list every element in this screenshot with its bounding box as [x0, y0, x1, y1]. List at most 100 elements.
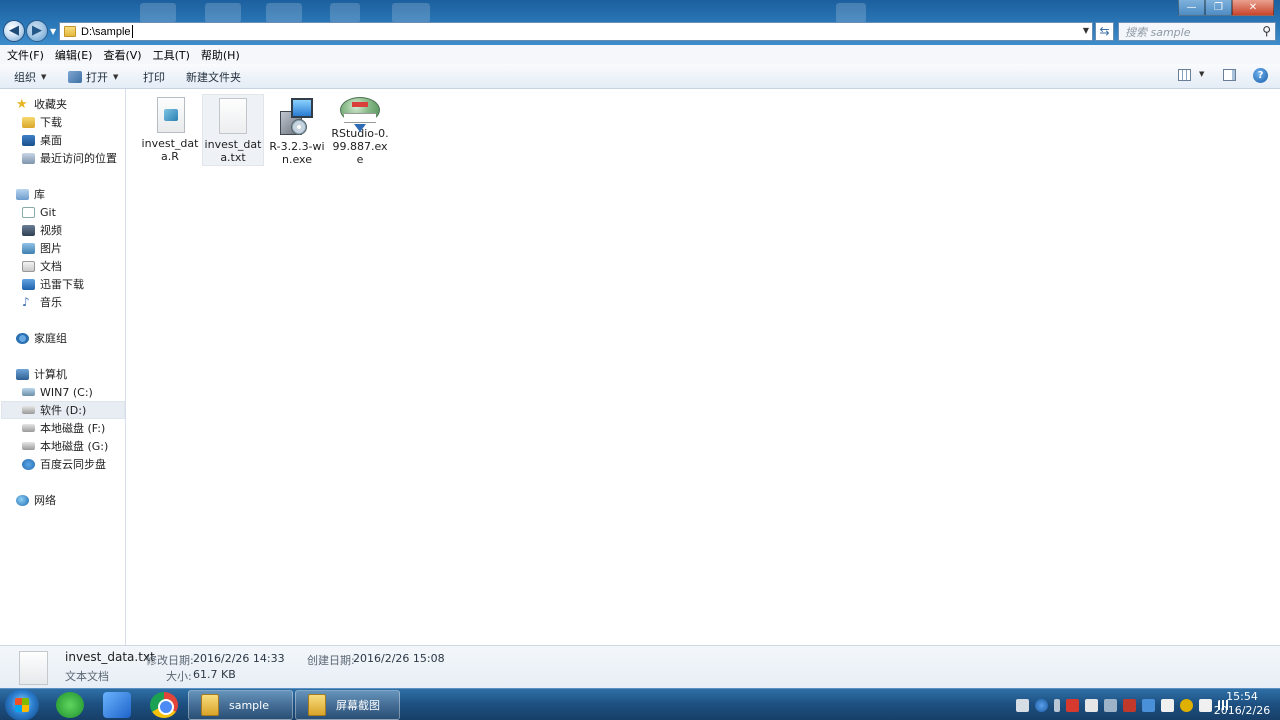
background-window-thumb: [140, 3, 176, 23]
nav-item-pictures[interactable]: 图片: [22, 239, 62, 257]
task-screenshot-window[interactable]: 屏幕截图: [295, 690, 400, 720]
menu-help[interactable]: 帮助(H): [201, 47, 240, 63]
clock-time: 15:54: [1226, 690, 1258, 703]
refresh-button[interactable]: ⇆: [1095, 22, 1114, 41]
nav-item-drive-d[interactable]: 软件 (D:): [1, 401, 125, 419]
nav-item-downloads[interactable]: 下载: [22, 113, 62, 131]
keyboard-icon[interactable]: [1016, 698, 1029, 712]
volume-icon[interactable]: [1199, 698, 1212, 712]
background-window-thumb: [266, 3, 302, 23]
nav-label: WIN7 (C:): [40, 385, 93, 399]
clock[interactable]: 15:54 2016/2/26: [1212, 690, 1272, 718]
recent-pages-dropdown-icon[interactable]: ▼: [50, 27, 56, 36]
help-icon[interactable]: ?: [1253, 68, 1268, 83]
help-tray-icon[interactable]: [1035, 698, 1048, 712]
back-button[interactable]: ◀: [3, 20, 25, 42]
nav-label: 文档: [40, 260, 62, 273]
menu-edit[interactable]: 编辑(E): [55, 47, 93, 63]
change-view-icon[interactable]: [1178, 69, 1191, 81]
new-folder-label: 新建文件夹: [186, 71, 241, 84]
chevron-down-icon: ▼: [113, 73, 119, 81]
close-button[interactable]: ✕: [1232, 0, 1274, 16]
open-label: 打开: [86, 71, 108, 84]
nav-network[interactable]: 网络: [16, 491, 56, 509]
nav-favorites[interactable]: ★ 收藏夹: [16, 95, 67, 113]
task-sample-window[interactable]: sample: [188, 690, 293, 720]
nav-label: 网络: [34, 494, 56, 507]
nav-libraries[interactable]: 库: [16, 185, 45, 203]
file-list[interactable]: invest_data.R invest_data.txt R-3.2.3-wi…: [126, 89, 1280, 645]
file-type: 文本文档: [65, 670, 109, 683]
navigation-pane: ★ 收藏夹 下载 桌面 最近访问的位置 库 Git 视频 图片 文档 迅雷下载 …: [0, 89, 126, 645]
tray-app-icon[interactable]: [1142, 698, 1155, 712]
preview-pane-icon[interactable]: [1223, 69, 1236, 81]
nav-label: 库: [34, 188, 45, 201]
browser-pin-icon[interactable]: [56, 692, 84, 718]
minimize-button[interactable]: —: [1178, 0, 1205, 16]
nav-item-documents[interactable]: 文档: [22, 257, 62, 275]
nav-item-git[interactable]: Git: [22, 203, 56, 221]
open-button[interactable]: 打开 ▼: [68, 69, 118, 85]
forward-arrow-icon: ▶: [32, 23, 42, 38]
organize-button[interactable]: 组织 ▼: [14, 69, 46, 85]
chrome-pin-icon[interactable]: [150, 692, 178, 718]
organize-label: 组织: [14, 71, 36, 84]
menu-file[interactable]: 文件(F): [7, 47, 44, 63]
nav-item-drive-g[interactable]: 本地磁盘 (G:): [22, 437, 108, 455]
folder-icon: [64, 26, 76, 37]
file-item-selected[interactable]: invest_data.txt: [202, 94, 264, 166]
details-pane: invest_data.txt 修改日期: 2016/2/26 14:33 创建…: [0, 645, 1280, 688]
tray-small-icon[interactable]: [1054, 698, 1060, 712]
tray-app-icon[interactable]: [1123, 698, 1136, 712]
tray-app-icon[interactable]: [1180, 698, 1193, 712]
nav-computer[interactable]: 计算机: [16, 365, 67, 383]
nav-item-xunlei-downloads[interactable]: 迅雷下载: [22, 275, 84, 293]
nav-item-drive-c[interactable]: WIN7 (C:): [22, 383, 93, 401]
star-icon: ★: [16, 96, 28, 112]
modified-value: 2016/2/26 14:33: [193, 652, 285, 665]
clock-date: 2016/2/26: [1213, 704, 1271, 717]
network-icon: [16, 494, 29, 506]
rstudio-installer-icon: [340, 97, 380, 132]
background-window-thumb: [205, 3, 241, 23]
file-item[interactable]: RStudio-0.99.887.exe: [329, 94, 391, 166]
tray-app-icon[interactable]: [1104, 698, 1117, 712]
chevron-down-icon: ▼: [41, 73, 47, 81]
search-box[interactable]: 搜索 sample ⚲: [1118, 22, 1276, 41]
address-bar[interactable]: D:\sample ▼: [59, 22, 1093, 41]
nav-item-desktop[interactable]: 桌面: [22, 131, 62, 149]
menu-tools[interactable]: 工具(T): [153, 47, 190, 63]
view-options-dropdown-icon[interactable]: ▼: [1199, 70, 1204, 78]
app-pin-icon[interactable]: [103, 692, 131, 718]
forward-button[interactable]: ▶: [26, 20, 48, 42]
recent-places-icon: [22, 152, 35, 164]
nav-item-videos[interactable]: 视频: [22, 221, 62, 239]
system-tray: [1016, 697, 1237, 713]
tray-app-icon[interactable]: [1066, 698, 1079, 712]
menu-view[interactable]: 查看(V): [103, 47, 141, 63]
print-button[interactable]: 打印: [143, 69, 165, 85]
nav-item-recent-places[interactable]: 最近访问的位置: [22, 149, 117, 167]
tray-app-icon[interactable]: [1161, 698, 1174, 712]
maximize-button[interactable]: ❐: [1205, 0, 1232, 16]
nav-homegroup[interactable]: 家庭组: [16, 329, 67, 347]
nav-item-music[interactable]: ♪ 音乐: [22, 293, 62, 311]
nav-label: 图片: [40, 242, 62, 255]
search-icon[interactable]: ⚲: [1262, 24, 1271, 38]
tray-device-icon[interactable]: [1085, 698, 1098, 712]
address-history-dropdown-icon[interactable]: ▼: [1083, 26, 1089, 35]
new-folder-button[interactable]: 新建文件夹: [186, 69, 241, 85]
nav-label: 最近访问的位置: [40, 152, 117, 165]
start-button[interactable]: [5, 689, 39, 720]
modified-label: 修改日期:: [146, 654, 194, 667]
desktop-icon: [22, 134, 35, 146]
drive-icon: [22, 442, 35, 450]
nav-item-baidu-cloud[interactable]: 百度云同步盘: [22, 455, 106, 473]
system-drive-icon: [22, 388, 35, 396]
address-path[interactable]: D:\sample: [81, 26, 131, 38]
file-item[interactable]: R-3.2.3-win.exe: [266, 94, 328, 166]
nav-label: 桌面: [40, 134, 62, 147]
xunlei-icon: [22, 278, 35, 290]
nav-item-drive-f[interactable]: 本地磁盘 (F:): [22, 419, 105, 437]
file-item[interactable]: invest_data.R: [139, 94, 201, 166]
